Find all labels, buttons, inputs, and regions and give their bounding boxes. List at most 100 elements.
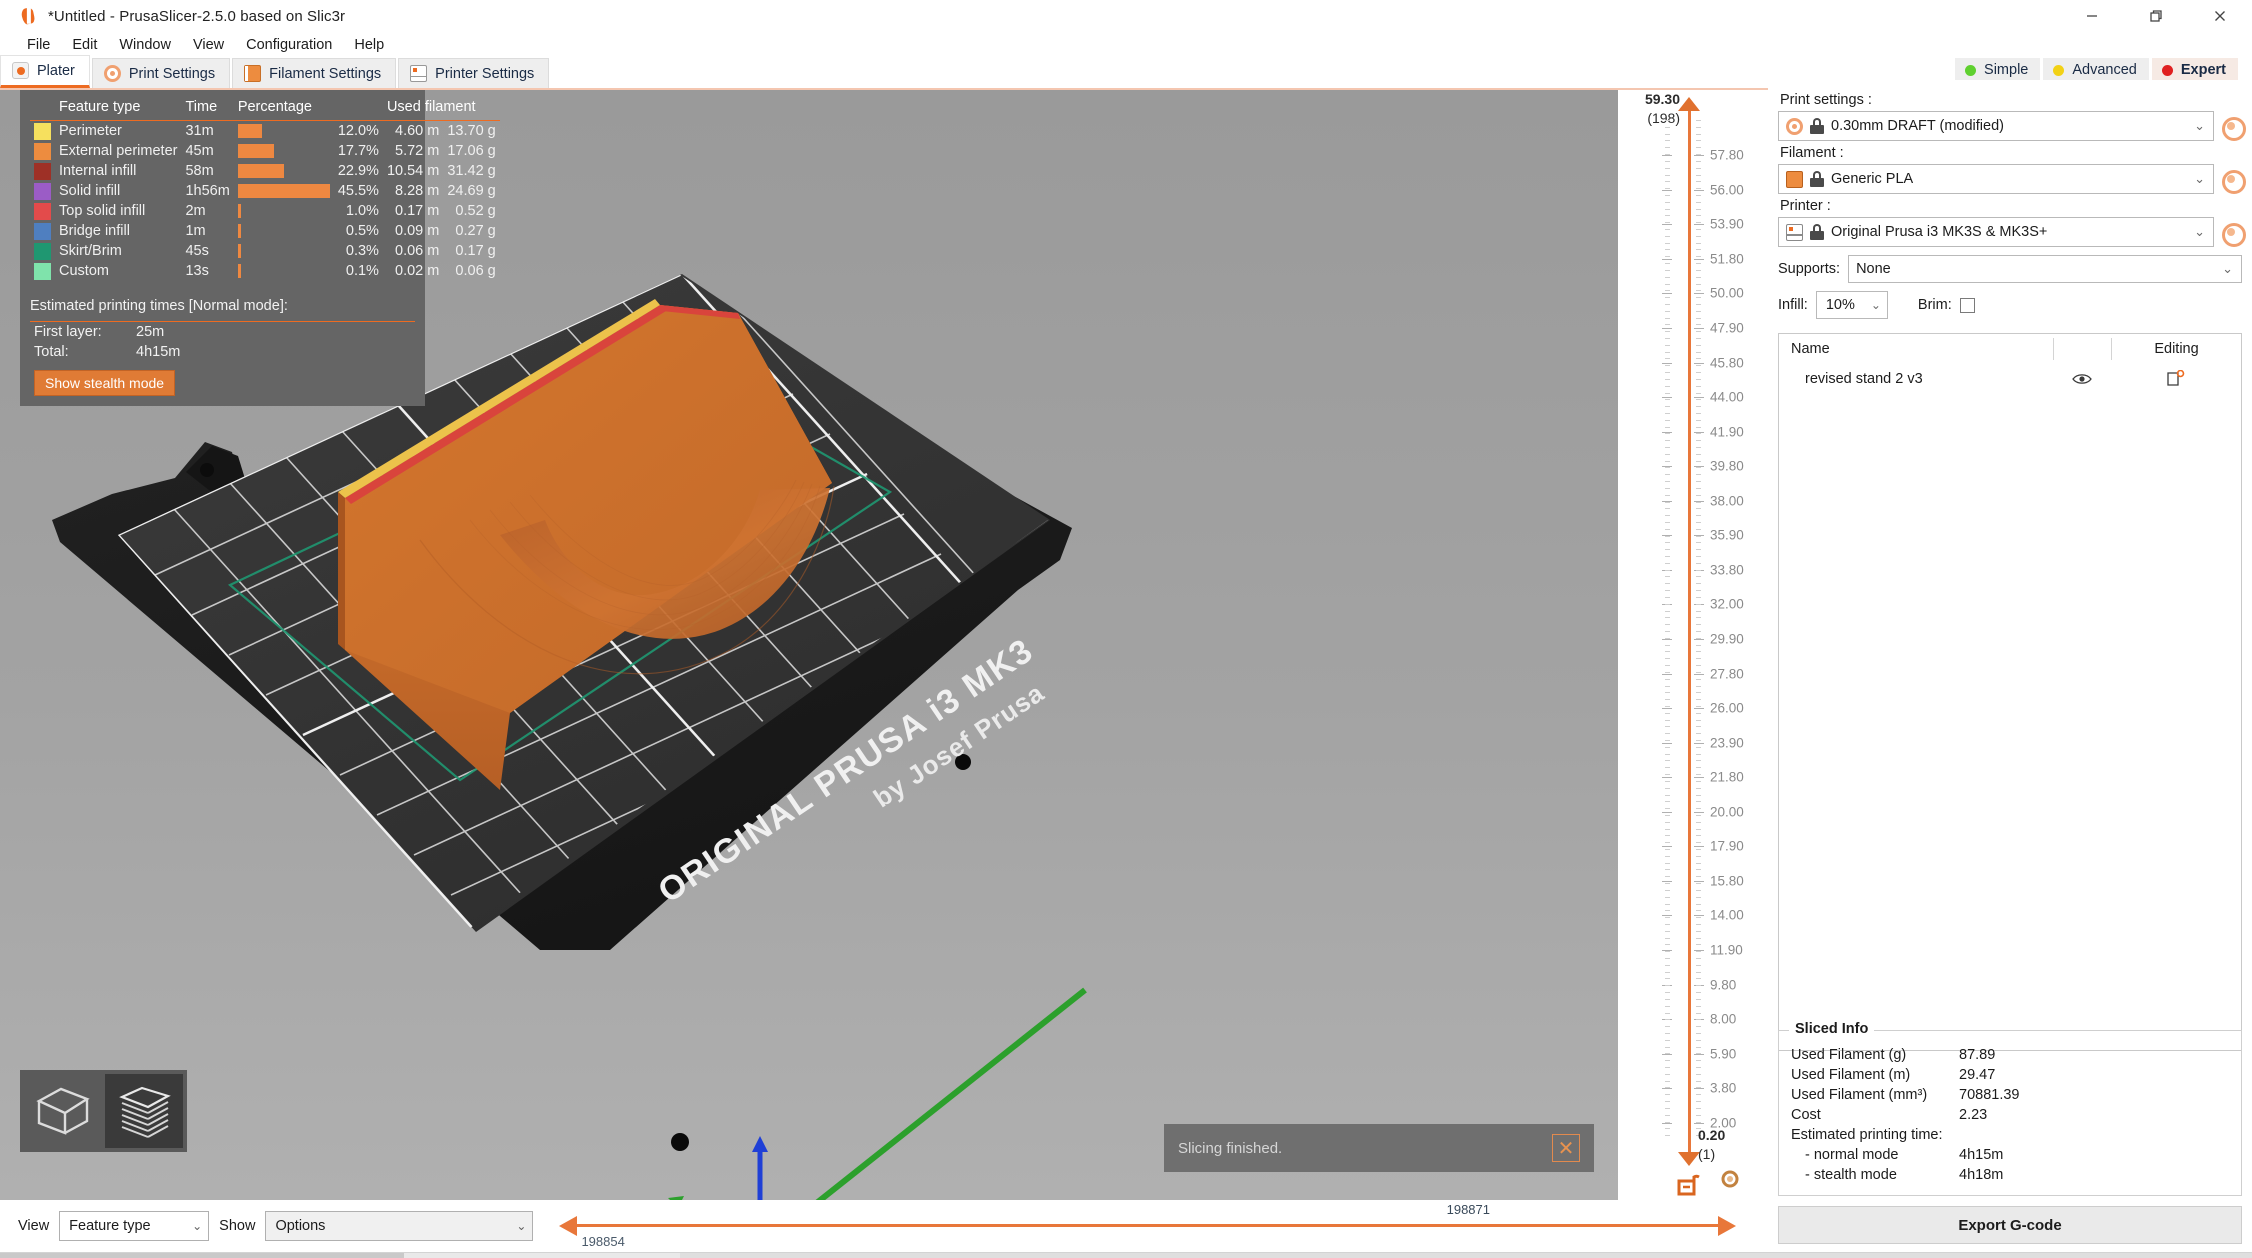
legend-length: 0.17 m (395, 203, 440, 219)
layer-slider-minor-tick (1665, 385, 1670, 387)
chevron-down-icon: ⌄ (192, 1219, 203, 1233)
menu-help[interactable]: Help (343, 35, 395, 55)
layer-slider-minor-tick (1665, 699, 1670, 701)
layer-slider-lower-handle[interactable] (1678, 1152, 1700, 1166)
layer-slider-minor-tick (1696, 678, 1701, 680)
sliced-info-time-key: - stealth mode (1805, 1167, 1897, 1183)
legend-first-layer-value: 25m (136, 324, 165, 340)
layer-slider-minor-tick (1696, 372, 1701, 374)
tab-printer-settings[interactable]: Printer Settings (398, 58, 550, 88)
sliced-info-time-value: 4h15m (1959, 1147, 2004, 1163)
preview-layers-icon[interactable] (105, 1074, 183, 1148)
notification-close-icon[interactable]: ✕ (1552, 1134, 1580, 1162)
tab-plater[interactable]: Plater (0, 55, 90, 88)
printer-combo[interactable]: Original Prusa i3 MK3S & MK3S+ ⌄ (1778, 217, 2214, 247)
tab-print-settings[interactable]: Print Settings (91, 58, 231, 88)
layer-slider-minor-tick (1665, 201, 1670, 203)
layer-slider-minor-tick (1665, 883, 1670, 885)
layer-slider-minor-tick (1665, 487, 1670, 489)
lock-icon (1810, 224, 1824, 240)
layer-slider-minor-tick (1665, 869, 1670, 871)
layer-slider-minor-tick (1665, 923, 1670, 925)
unlocked-padlock-icon[interactable] (1676, 1170, 1700, 1196)
layer-slider-tick-label: 21.80 (1710, 769, 1744, 785)
printer-value: Original Prusa i3 MK3S & MK3S+ (1831, 224, 2048, 240)
layer-slider-minor-tick (1665, 855, 1670, 857)
print-settings-combo[interactable]: 0.30mm DRAFT (modified) ⌄ (1778, 111, 2214, 141)
layer-slider-minor-tick (1696, 154, 1701, 156)
maximize-button[interactable] (2124, 0, 2188, 32)
print-settings-gear-icon[interactable] (2220, 115, 2246, 141)
layer-slider-minor-tick (1696, 453, 1701, 455)
layer-slider-tick (1694, 328, 1704, 330)
tab-filament-settings[interactable]: Filament Settings (232, 58, 397, 88)
layer-slider-minor-tick (1665, 665, 1670, 667)
layer-slider-tick-label: 27.80 (1710, 666, 1744, 682)
layer-slider-minor-tick (1696, 269, 1701, 271)
legend-percent: 45.5% (337, 183, 379, 199)
layer-slider-tick (1662, 397, 1672, 399)
layer-slider-minor-tick (1696, 814, 1701, 816)
mode-simple[interactable]: Simple (1955, 58, 2041, 82)
layer-slider-minor-tick (1665, 310, 1670, 312)
layer-slider-bottom-label: 0.20 (1) (1698, 1126, 1725, 1164)
layer-slider-minor-tick (1665, 365, 1670, 367)
mode-expert[interactable]: Expert (2151, 58, 2238, 82)
layer-slider-tick-label: 44.00 (1710, 389, 1744, 405)
menu-view[interactable]: View (182, 35, 235, 55)
printer-preset-icon (1786, 223, 1803, 241)
layer-slider-tick-label: 15.80 (1710, 873, 1744, 889)
filament-settings-gear-icon[interactable] (2220, 168, 2246, 194)
show-stealth-mode-button[interactable]: Show stealth mode (34, 370, 176, 396)
layer-slider-minor-tick (1665, 283, 1670, 285)
layer-slider-minor-tick (1696, 174, 1701, 176)
move-slider-right-handle[interactable] (1718, 1216, 1736, 1236)
legend-percent: 0.1% (345, 263, 379, 279)
layer-slider[interactable]: 59.30 (198) 57.80 56.00 53.90 51.80 50.00 47.… (1618, 90, 1768, 1200)
brim-label: Brim: (1917, 297, 1952, 313)
legend-length: 0.09 m (395, 223, 440, 239)
menu-window[interactable]: Window (108, 35, 182, 55)
show-combo[interactable]: Options ⌄ (265, 1211, 534, 1241)
brim-checkbox[interactable] (1959, 297, 1975, 313)
layer-slider-minor-tick (1665, 406, 1670, 408)
3d-editor-view-icon[interactable] (24, 1074, 102, 1148)
move-slider-rail[interactable] (577, 1224, 1718, 1227)
tab-printer-settings-label: Printer Settings (435, 65, 535, 82)
layer-slider-minor-tick (1696, 644, 1701, 646)
layer-slider-minor-tick (1696, 590, 1701, 592)
supports-combo[interactable]: None ⌄ (1848, 255, 2242, 283)
menu-edit[interactable]: Edit (61, 35, 108, 55)
legend-row: Solid infill 1h56m 45.5% 8.28 m 24.69 g (30, 181, 500, 201)
printer-settings-gear-icon[interactable] (2220, 221, 2246, 247)
layer-slider-minor-tick (1665, 651, 1670, 653)
layer-slider-gear-icon[interactable] (1720, 1169, 1740, 1194)
export-gcode-button[interactable]: Export G-code (1778, 1206, 2242, 1244)
layer-slider-minor-tick (1696, 828, 1701, 830)
layer-slider-minor-tick (1665, 269, 1670, 271)
minimize-button[interactable] (2060, 0, 2124, 32)
eye-icon[interactable] (2053, 372, 2111, 386)
layer-slider-minor-tick (1665, 358, 1670, 360)
horizontal-move-slider[interactable]: 198854 198871 (555, 1200, 1740, 1252)
mode-advanced[interactable]: Advanced (2043, 58, 2149, 82)
table-row[interactable]: revised stand 2 v3 (1779, 364, 2241, 394)
menu-configuration[interactable]: Configuration (235, 35, 343, 55)
infill-combo[interactable]: 10% ⌄ (1815, 291, 1888, 319)
layer-slider-minor-tick (1696, 958, 1701, 960)
view-combo[interactable]: Feature type ⌄ (59, 1211, 210, 1241)
menu-file[interactable]: File (16, 35, 61, 55)
layer-slider-minor-tick (1696, 194, 1701, 196)
legend-percent: 1.0% (345, 203, 379, 219)
print-settings-icon (103, 65, 121, 82)
layer-slider-upper-handle[interactable] (1678, 97, 1700, 111)
move-slider-left-handle[interactable] (559, 1216, 578, 1236)
layer-slider-minor-tick (1665, 549, 1670, 551)
close-button[interactable] (2188, 0, 2252, 32)
3d-viewport[interactable]: ORIGINAL PRUSA i3 MK3 by Josef Prusa Fea… (0, 90, 1618, 1200)
layer-slider-minor-tick (1696, 208, 1701, 210)
mode-advanced-dot (2053, 64, 2065, 76)
filament-combo[interactable]: Generic PLA ⌄ (1778, 164, 2214, 194)
editing-icon[interactable] (2111, 370, 2241, 388)
sliced-info-row: Used Filament (g) 87.89 (1791, 1045, 2229, 1065)
